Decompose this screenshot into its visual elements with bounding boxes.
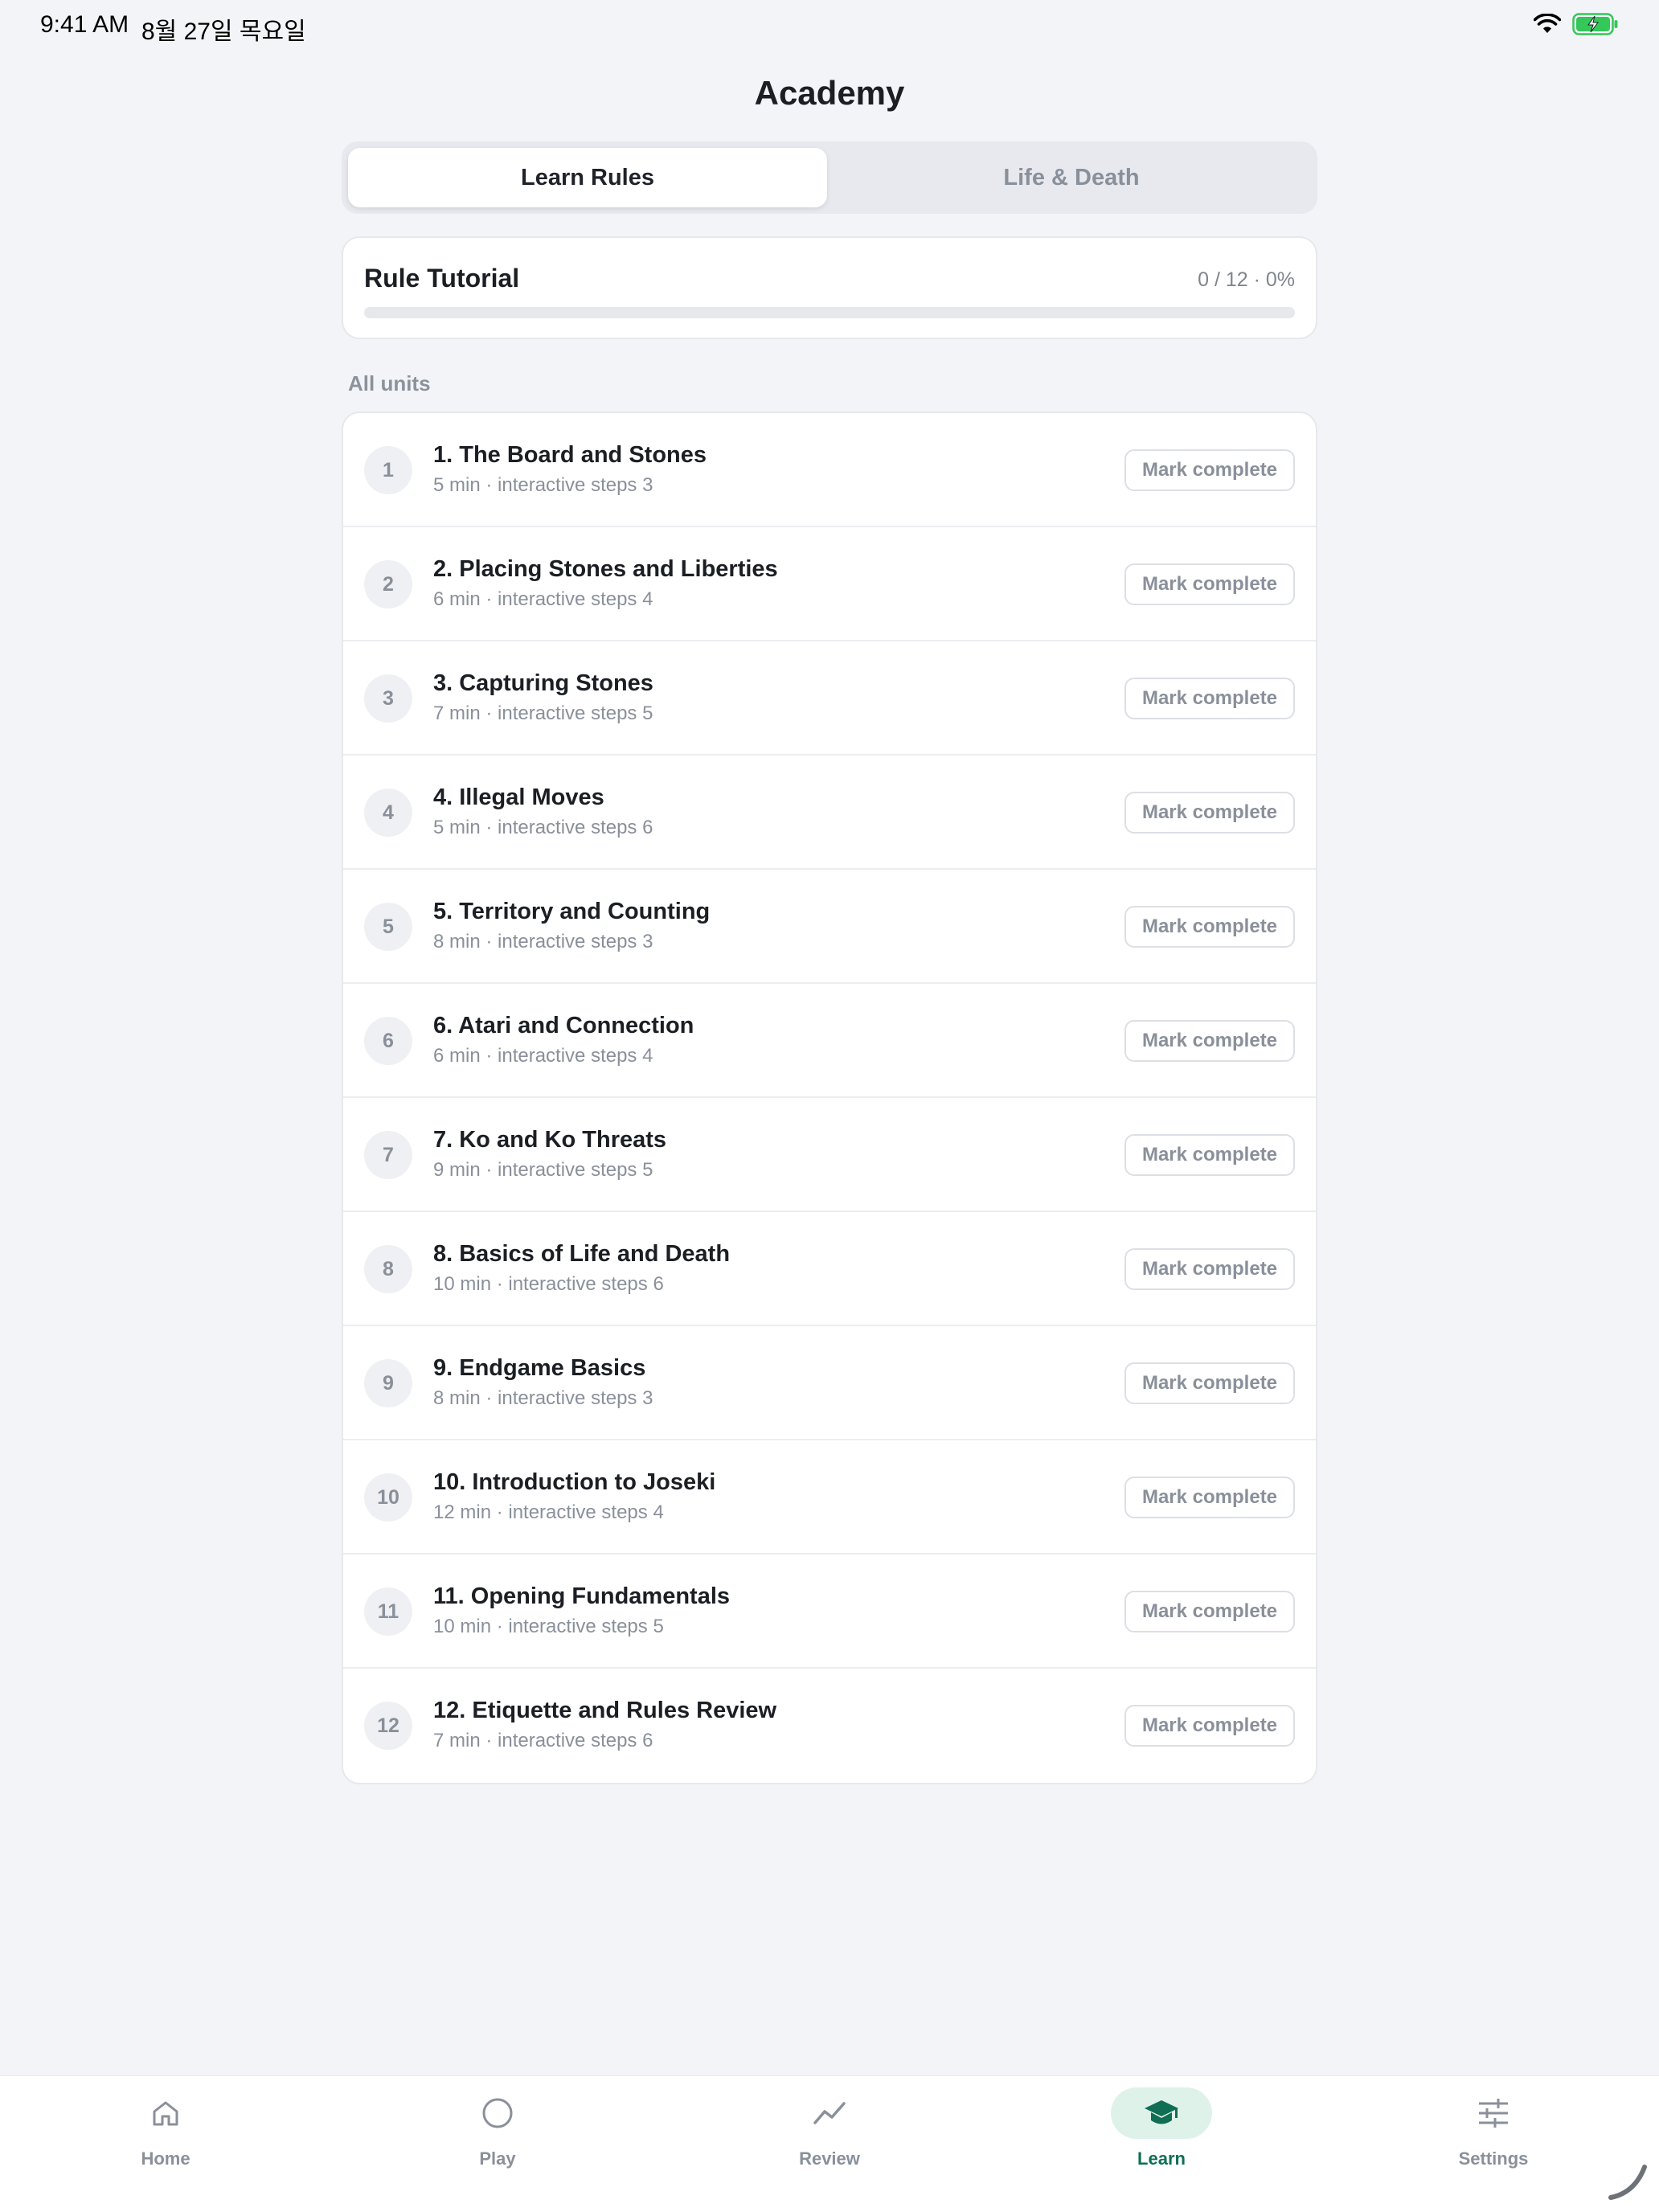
unit-number-badge: 8 xyxy=(364,1245,412,1293)
unit-number-badge: 4 xyxy=(364,789,412,837)
mark-complete-button[interactable]: Mark complete xyxy=(1124,1591,1295,1632)
rule-tutorial-card: Rule Tutorial 0 / 12 · 0% xyxy=(342,236,1317,339)
home-indicator xyxy=(1603,2156,1651,2204)
unit-number-badge: 3 xyxy=(364,674,412,723)
tab-bar: Home Play Review Learn Settings xyxy=(0,2075,1659,2212)
unit-title: 2. Placing Stones and Liberties xyxy=(433,556,778,582)
unit-row[interactable]: 6 6. Atari and Connection 6 min · interact… xyxy=(343,984,1316,1098)
unit-meta: 10 min · interactive steps 6 xyxy=(433,1273,664,1295)
tab-bar-label: Review xyxy=(799,2149,860,2169)
unit-number-badge: 2 xyxy=(364,560,412,608)
unit-meta: 6 min · interactive steps 4 xyxy=(433,1045,653,1067)
unit-meta: 5 min · interactive steps 3 xyxy=(433,474,653,496)
unit-meta: 7 min · interactive steps 5 xyxy=(433,703,653,724)
tab-bar-item-play[interactable]: Play xyxy=(393,2076,602,2212)
unit-title: 5. Territory and Counting xyxy=(433,899,711,924)
unit-list: 1 1. The Board and Stones 5 min · interact… xyxy=(342,412,1317,1784)
section-label-all-units: All units xyxy=(348,371,431,395)
unit-title: 4. Illegal Moves xyxy=(433,784,604,810)
unit-row[interactable]: 11 11. Opening Fundamentals 10 min · inter… xyxy=(343,1555,1316,1669)
home-icon xyxy=(115,2087,216,2139)
unit-meta: 5 min · interactive steps 6 xyxy=(433,817,653,838)
unit-meta: 8 min · interactive steps 3 xyxy=(433,1387,653,1409)
unit-number-badge: 5 xyxy=(364,903,412,951)
unit-title: 6. Atari and Connection xyxy=(433,1013,694,1038)
unit-meta: 6 min · interactive steps 4 xyxy=(433,588,653,610)
unit-row[interactable]: 12 12. Etiquette and Rules Review 7 min · … xyxy=(343,1669,1316,1783)
mark-complete-button[interactable]: Mark complete xyxy=(1124,563,1295,605)
mark-complete-button[interactable]: Mark complete xyxy=(1124,792,1295,834)
unit-row[interactable]: 10 10. Introduction to Joseki 12 min · int… xyxy=(343,1440,1316,1555)
mark-complete-button[interactable]: Mark complete xyxy=(1124,906,1295,948)
unit-number-badge: 10 xyxy=(364,1473,412,1522)
unit-title: 1. The Board and Stones xyxy=(433,442,707,468)
unit-title: 8. Basics of Life and Death xyxy=(433,1241,731,1267)
page-title: Academy xyxy=(754,74,905,112)
trend-icon xyxy=(779,2087,880,2139)
status-bar: 9:41 AM 8월 27일 목요일 xyxy=(0,0,1659,51)
unit-number-badge: 11 xyxy=(364,1587,412,1636)
mark-complete-button[interactable]: Mark complete xyxy=(1124,1705,1295,1747)
graduation-cap-icon xyxy=(1111,2087,1212,2139)
unit-row[interactable]: 8 8. Basics of Life and Death 10 min · int… xyxy=(343,1212,1316,1326)
tutorial-progress-text: 0 / 12 · 0% xyxy=(1198,268,1295,291)
tab-bar-label: Learn xyxy=(1137,2149,1186,2169)
unit-title: 7. Ko and Ko Threats xyxy=(433,1127,667,1153)
unit-row[interactable]: 7 7. Ko and Ko Threats 9 min · interactive… xyxy=(343,1098,1316,1212)
unit-title: 12. Etiquette and Rules Review xyxy=(433,1698,777,1723)
unit-meta: 10 min · interactive steps 5 xyxy=(433,1616,664,1637)
unit-number-badge: 9 xyxy=(364,1359,412,1407)
sliders-icon xyxy=(1443,2087,1544,2139)
unit-meta: 8 min · interactive steps 3 xyxy=(433,931,653,952)
tab-bar-item-learn[interactable]: Learn xyxy=(1057,2076,1266,2212)
tab-bar-item-review[interactable]: Review xyxy=(725,2076,934,2212)
unit-title: 11. Opening Fundamentals xyxy=(433,1583,731,1609)
tab-learn-rules[interactable]: Learn Rules xyxy=(348,148,827,207)
wifi-icon xyxy=(1533,13,1562,39)
unit-row[interactable]: 9 9. Endgame Basics 8 min · interactive st… xyxy=(343,1326,1316,1440)
unit-meta: 12 min · interactive steps 4 xyxy=(433,1501,664,1523)
mark-complete-button[interactable]: Mark complete xyxy=(1124,1020,1295,1062)
unit-number-badge: 1 xyxy=(364,446,412,494)
battery-charging-icon xyxy=(1572,13,1619,39)
tab-bar-label: Settings xyxy=(1458,2149,1529,2169)
unit-row[interactable]: 2 2. Placing Stones and Liberties 6 min · … xyxy=(343,527,1316,641)
tutorial-progress-bar xyxy=(364,307,1295,318)
mark-complete-button[interactable]: Mark complete xyxy=(1124,1134,1295,1176)
mark-complete-button[interactable]: Mark complete xyxy=(1124,1477,1295,1518)
mark-complete-button[interactable]: Mark complete xyxy=(1124,1248,1295,1290)
tutorial-title: Rule Tutorial xyxy=(364,264,520,293)
status-date: 8월 27일 목요일 xyxy=(141,18,306,45)
tab-bar-label: Play xyxy=(479,2149,516,2169)
unit-row[interactable]: 4 4. Illegal Moves 5 min · interactive ste… xyxy=(343,756,1316,870)
tab-life-and-death[interactable]: Life & Death xyxy=(832,148,1311,207)
unit-row[interactable]: 3 3. Capturing Stones 7 min · interactive … xyxy=(343,641,1316,756)
mark-complete-button[interactable]: Mark complete xyxy=(1124,678,1295,719)
tab-bar-label: Home xyxy=(141,2149,190,2169)
unit-row[interactable]: 1 1. The Board and Stones 5 min · interact… xyxy=(343,413,1316,527)
segmented-control: Learn Rules Life & Death xyxy=(342,141,1317,214)
mark-complete-button[interactable]: Mark complete xyxy=(1124,449,1295,491)
unit-meta: 7 min · interactive steps 6 xyxy=(433,1730,653,1751)
unit-meta: 9 min · interactive steps 5 xyxy=(433,1159,653,1181)
mark-complete-button[interactable]: Mark complete xyxy=(1124,1362,1295,1404)
unit-title: 9. Endgame Basics xyxy=(433,1355,646,1381)
academy-screen: 9:41 AM 8월 27일 목요일 Academy Learn Rules L… xyxy=(0,0,1659,2212)
unit-title: 10. Introduction to Joseki xyxy=(433,1469,716,1495)
status-time: 9:41 AM xyxy=(40,11,129,38)
tab-bar-item-home[interactable]: Home xyxy=(61,2076,270,2212)
circle-icon xyxy=(447,2087,548,2139)
status-icons xyxy=(1533,13,1619,39)
unit-row[interactable]: 5 5. Territory and Counting 8 min · intera… xyxy=(343,870,1316,984)
unit-number-badge: 12 xyxy=(364,1702,412,1750)
unit-number-badge: 7 xyxy=(364,1131,412,1179)
unit-title: 3. Capturing Stones xyxy=(433,670,653,696)
tab-bar-item-settings[interactable]: Settings xyxy=(1389,2076,1598,2212)
unit-number-badge: 6 xyxy=(364,1017,412,1065)
